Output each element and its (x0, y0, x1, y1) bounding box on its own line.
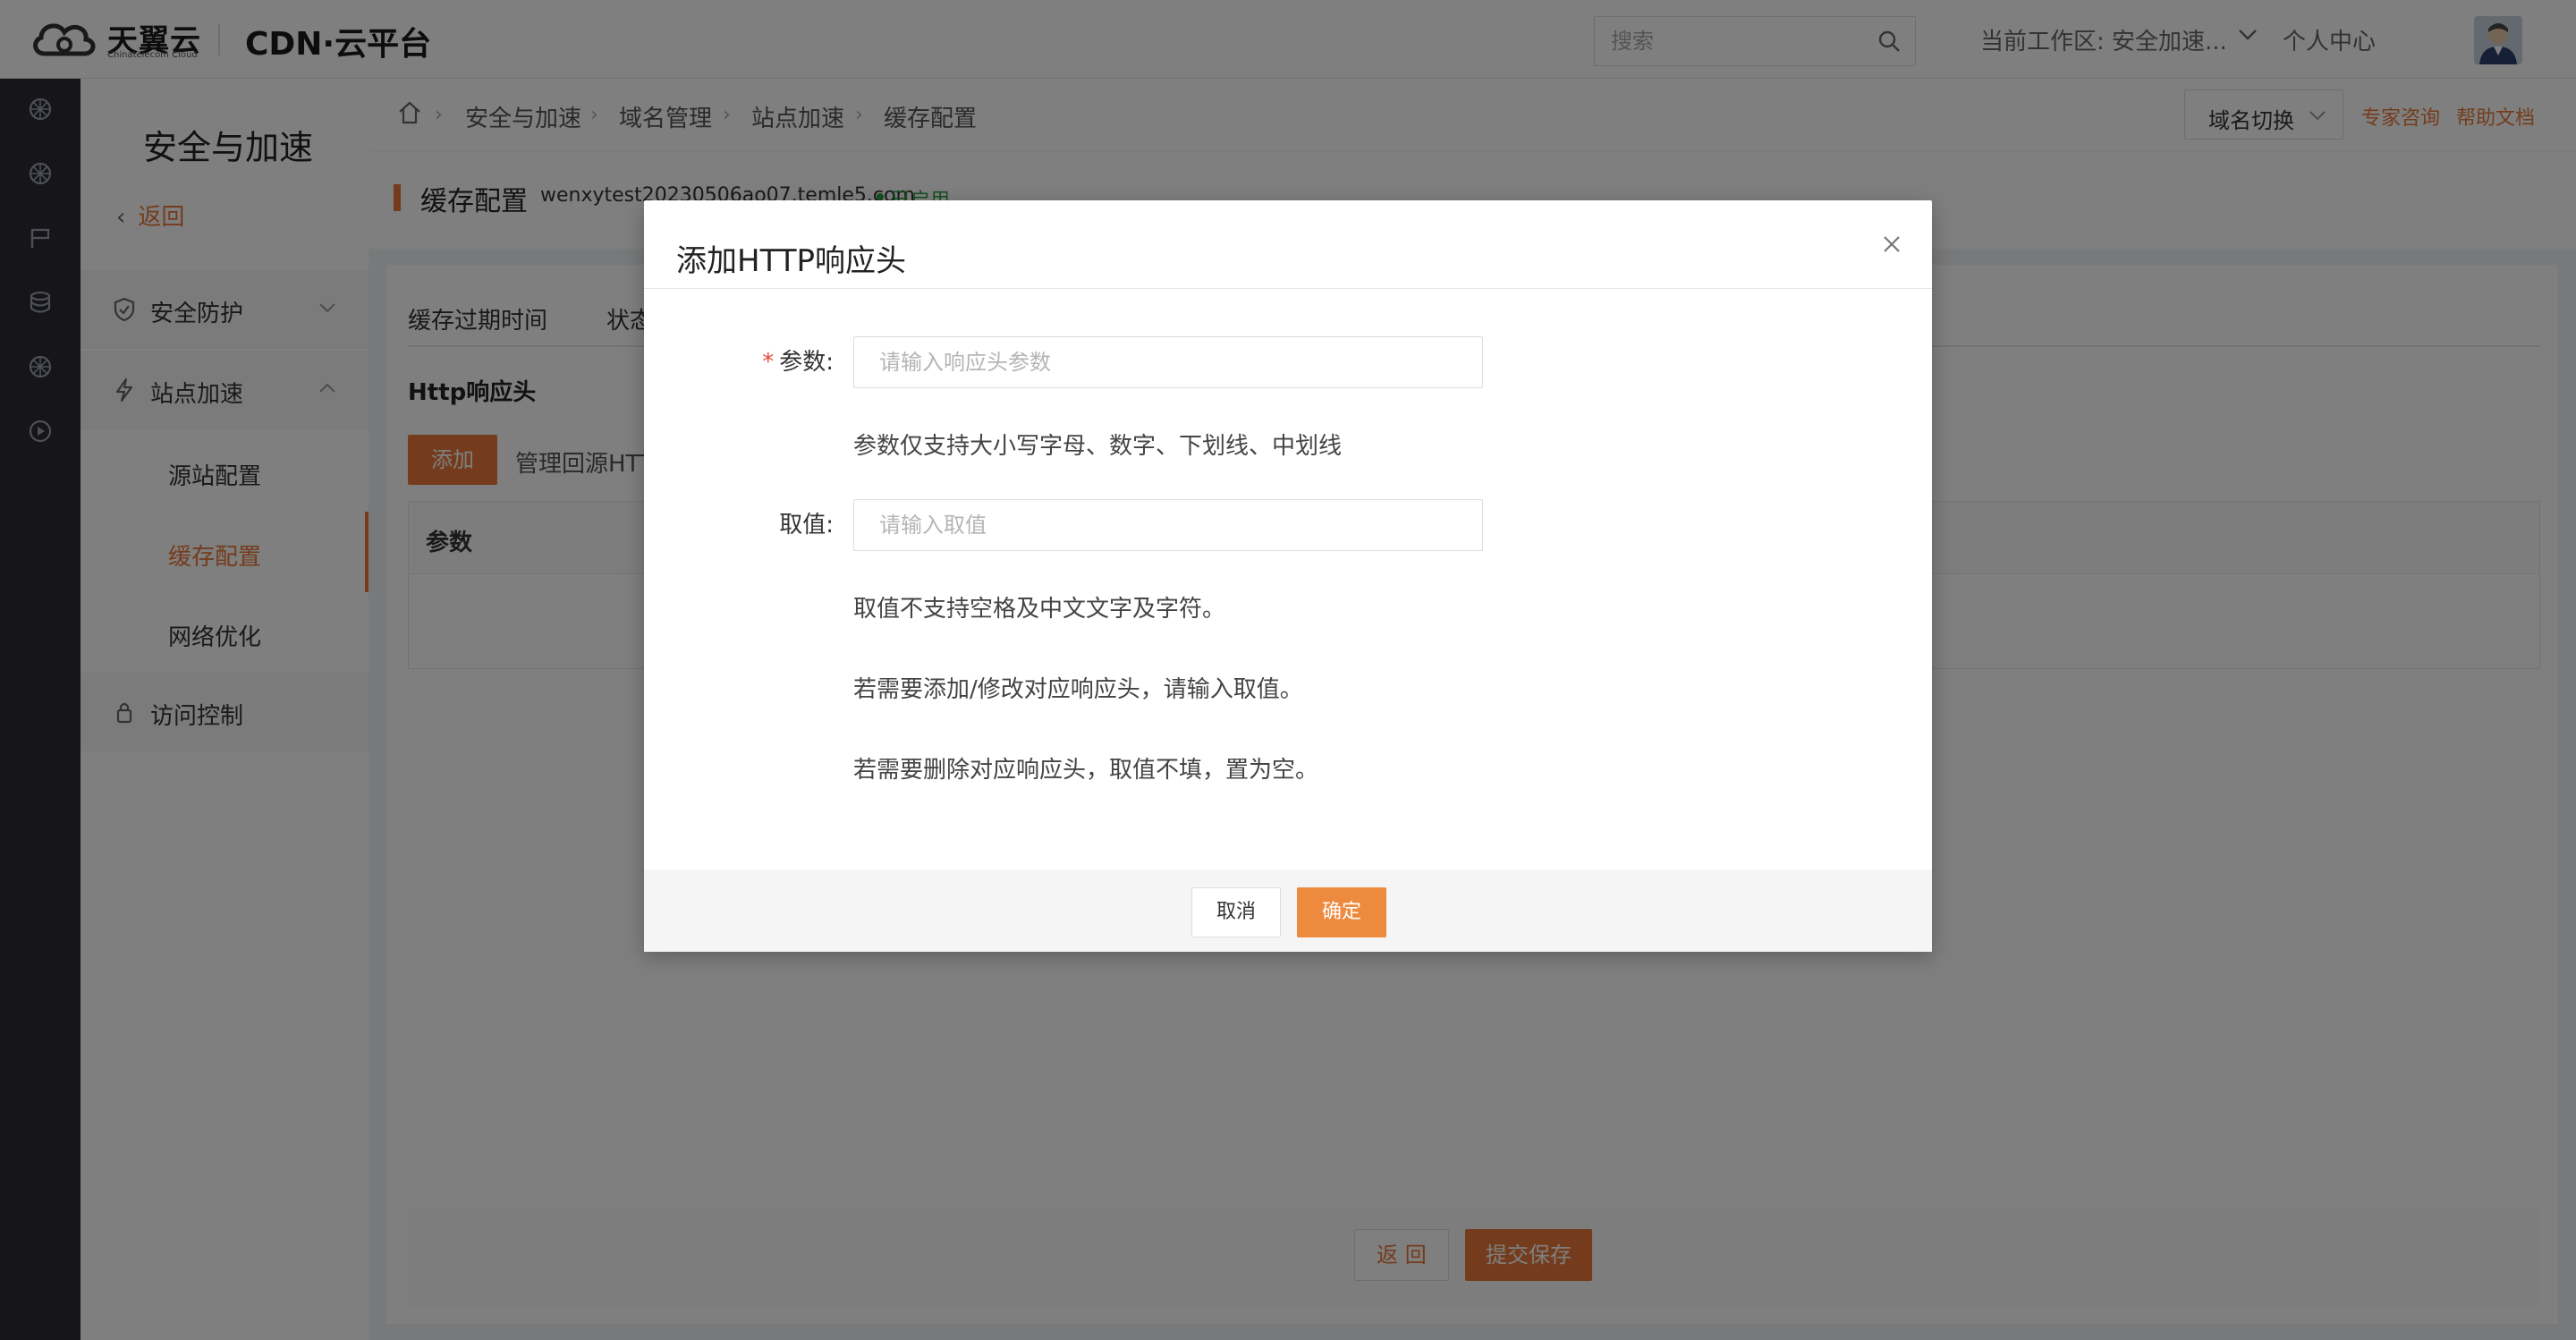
add-http-header-dialog: 添加HTTP响应头 *参数: 参数仅支持大小写字母、数字、下划线、中划线 取值:… (644, 200, 1932, 952)
value-hint: 若需要删除对应响应头，取值不填，置为空。 (853, 757, 1319, 784)
param-label-text: 参数: (779, 349, 834, 376)
value-hint: 若需要添加/修改对应响应头，请输入取值。 (853, 676, 1303, 703)
param-label: * 参数: (691, 343, 834, 377)
value-input[interactable] (853, 499, 1483, 551)
value-hint: 取值不支持空格及中文文字及字符。 (853, 596, 1226, 623)
close-icon[interactable] (1882, 234, 1902, 254)
param-hint: 参数仅支持大小写字母、数字、下划线、中划线 (853, 433, 1343, 460)
value-label: 取值: (779, 512, 834, 539)
required-marker: * (762, 349, 775, 376)
dialog-footer (644, 869, 1932, 952)
cancel-button[interactable]: 取消 (1191, 887, 1281, 937)
dialog-title: 添加HTTP响应头 (676, 243, 907, 279)
param-input[interactable] (853, 336, 1483, 388)
dialog-divider (644, 288, 1932, 289)
confirm-button[interactable]: 确定 (1297, 887, 1386, 937)
